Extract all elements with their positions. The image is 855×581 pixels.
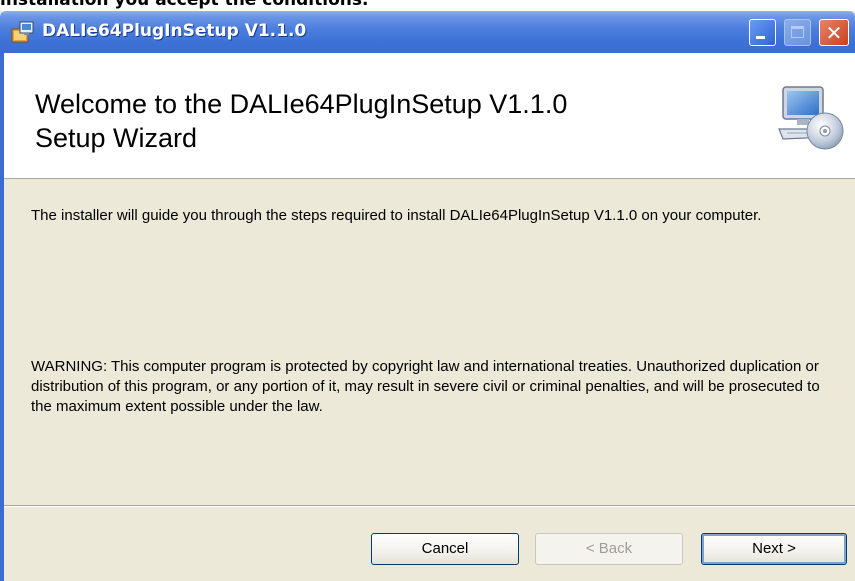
copyright-warning-text: WARNING: This computer program is protec… bbox=[31, 358, 820, 415]
next-button[interactable]: Next > bbox=[701, 533, 847, 565]
close-button[interactable]: ✕ bbox=[819, 19, 849, 46]
minimize-icon bbox=[756, 36, 765, 39]
wizard-title-line-1: Welcome to the DALIe64PlugInSetup V1.1.0 bbox=[35, 89, 568, 119]
button-separator bbox=[4, 505, 855, 507]
cancel-button[interactable]: Cancel bbox=[371, 533, 519, 565]
setup-wizard-window: DALIe64PlugInSetup V1.1.0 ✕ Welcome to t… bbox=[0, 11, 855, 581]
minimize-button[interactable] bbox=[749, 19, 776, 46]
document-caption: installation you accept the conditions. bbox=[0, 0, 369, 10]
window-title: DALIe64PlugInSetup V1.1.0 bbox=[42, 21, 307, 41]
wizard-title-line-2: Setup Wizard bbox=[35, 123, 198, 153]
maximize-icon bbox=[791, 26, 804, 38]
back-button: < Back bbox=[535, 533, 683, 565]
close-icon: ✕ bbox=[825, 21, 843, 45]
computer-cd-icon bbox=[778, 86, 844, 150]
title-bar[interactable]: DALIe64PlugInSetup V1.1.0 ✕ bbox=[0, 11, 855, 53]
maximize-button bbox=[784, 19, 811, 46]
wizard-title: Welcome to the DALIe64PlugInSetup V1.1.0… bbox=[35, 87, 735, 155]
wizard-header-banner: Welcome to the DALIe64PlugInSetup V1.1.0… bbox=[4, 53, 855, 179]
intro-text: The installer will guide you through the… bbox=[31, 207, 762, 224]
installer-app-icon bbox=[11, 21, 34, 43]
